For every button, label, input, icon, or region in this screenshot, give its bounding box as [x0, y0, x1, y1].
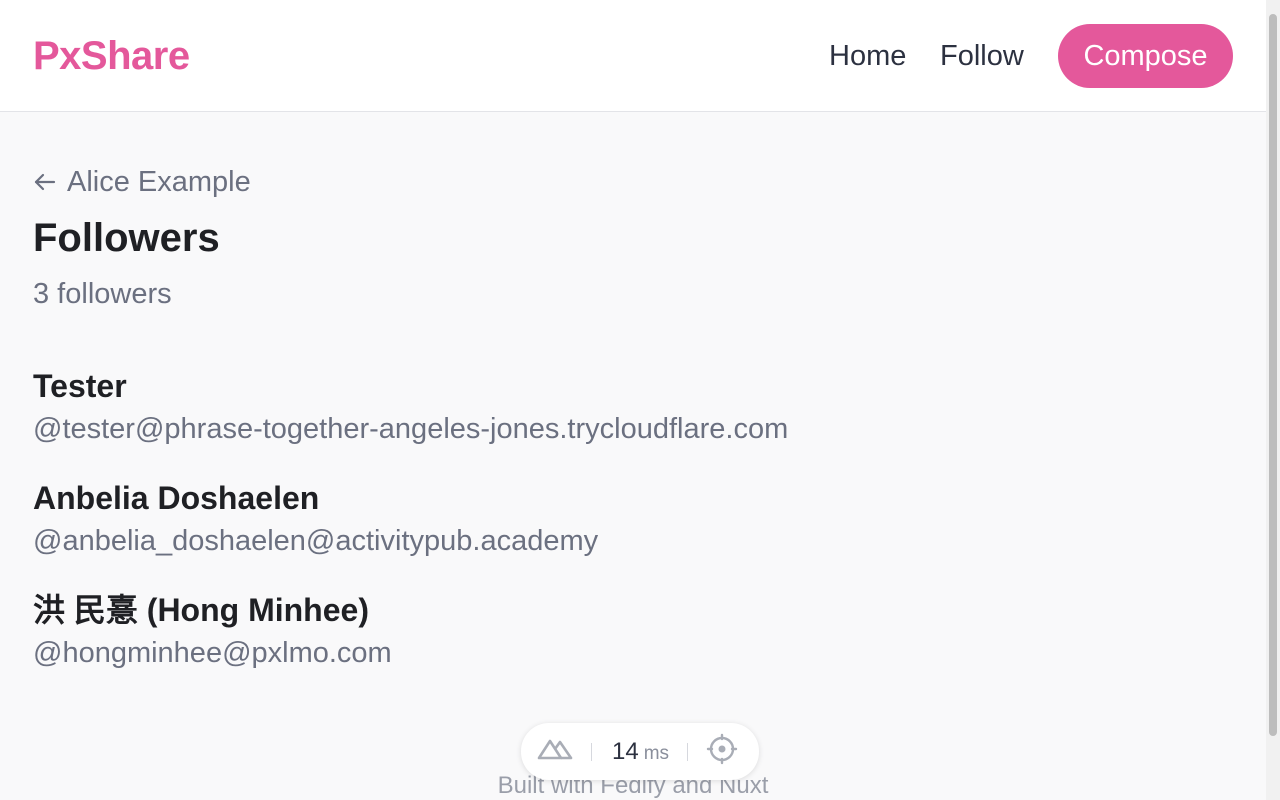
nuxt-icon[interactable] [537, 738, 573, 765]
page-title: Followers [33, 216, 220, 260]
follower-count: 3 followers [33, 278, 172, 310]
follower-item[interactable]: 洪 民憙 (Hong Minhee) @hongminhee@pxlmo.com [33, 590, 1133, 672]
top-bar: PxShare Home Follow Compose [0, 0, 1266, 112]
back-to-profile-link[interactable]: Alice Example [33, 164, 251, 200]
compose-button[interactable]: Compose [1058, 24, 1233, 88]
back-link-label: Alice Example [67, 166, 251, 198]
follower-handle: @hongminhee@pxlmo.com [33, 637, 392, 669]
crosshair-icon[interactable] [706, 733, 738, 770]
devtools-bar: 14 ms [521, 723, 759, 780]
follower-name[interactable]: Anbelia Doshaelen [33, 478, 1133, 518]
nav-follow-link[interactable]: Follow [940, 36, 1024, 76]
arrow-left-icon [33, 170, 57, 194]
nav-home-link[interactable]: Home [829, 36, 906, 76]
follower-item[interactable]: Tester @tester@phrase-together-angeles-j… [33, 366, 1133, 448]
render-time-value: 14 [612, 737, 639, 765]
logo-link[interactable]: PxShare [33, 32, 190, 80]
devbar-divider [591, 742, 592, 761]
follower-name[interactable]: Tester [33, 366, 1133, 406]
render-time-unit: ms [643, 742, 670, 764]
page: PxShare Home Follow Compose Alice Exampl… [0, 0, 1280, 800]
follower-handle: @tester@phrase-together-angeles-jones.tr… [33, 413, 789, 445]
follower-item[interactable]: Anbelia Doshaelen @anbelia_doshaelen@act… [33, 478, 1133, 560]
follower-name[interactable]: 洪 民憙 (Hong Minhee) [33, 590, 1133, 630]
vertical-scrollbar[interactable] [1266, 0, 1280, 800]
devbar-divider [687, 742, 689, 761]
scrollbar-thumb[interactable] [1269, 14, 1277, 736]
follower-handle: @anbelia_doshaelen@activitypub.academy [33, 525, 599, 557]
render-time: 14 ms [612, 738, 669, 766]
